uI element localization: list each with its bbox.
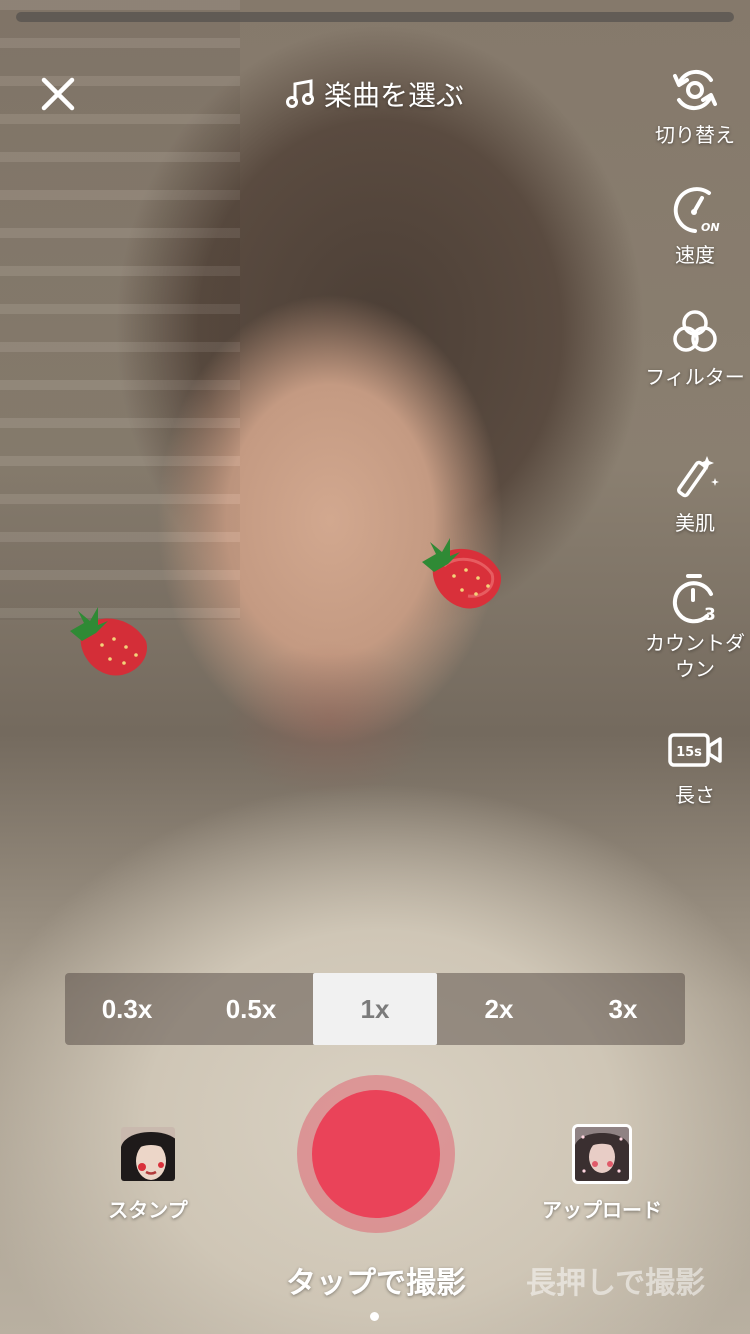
speed-label: 速度 <box>675 243 715 267</box>
recording-progress-bar <box>16 12 734 22</box>
speed-icon: ON <box>673 187 720 234</box>
zoom-option-0.5x[interactable]: 0.5x <box>189 973 313 1045</box>
countdown-badge: 3 <box>704 605 716 624</box>
strawberry-sticker-left <box>70 607 148 676</box>
stamp-label: スタンプ <box>108 1198 188 1222</box>
record-button[interactable] <box>297 1075 455 1233</box>
mode-hold-to-record[interactable]: 長押しで撮影 <box>526 1258 705 1302</box>
select-music-label[interactable]: 楽曲を選ぶ <box>324 74 464 114</box>
flip-camera-button[interactable]: 切り替え <box>640 62 750 148</box>
zoom-option-0.3x[interactable]: 0.3x <box>65 973 189 1045</box>
video-length-button[interactable]: 15s 長さ <box>640 722 750 808</box>
upload-thumbnail <box>572 1124 632 1184</box>
speed-button[interactable]: ON 速度 <box>640 182 750 268</box>
mode-indicator-dot <box>370 1312 379 1321</box>
countdown-label: カウントダウン <box>645 631 745 681</box>
beauty-button[interactable]: 美肌 <box>640 450 750 536</box>
beauty-label: 美肌 <box>675 511 715 535</box>
countdown-button[interactable]: 3 カウントダウン <box>640 570 750 682</box>
music-note-icon[interactable] <box>285 79 314 109</box>
strawberry-sticker-right <box>422 538 502 609</box>
beauty-wand-icon <box>677 456 719 498</box>
video-length-badge: 15s <box>676 745 702 760</box>
mode-tap-to-record[interactable]: タップで撮影 <box>286 1258 466 1302</box>
timer-icon: 3 <box>672 574 716 624</box>
speed-badge: ON <box>701 221 720 234</box>
stamp-thumbnail <box>118 1124 178 1184</box>
zoom-option-2x[interactable]: 2x <box>437 973 561 1045</box>
zoom-option-3x[interactable]: 3x <box>561 973 685 1045</box>
video-length-label: 長さ <box>675 783 715 807</box>
filter-icon <box>673 310 717 352</box>
filter-button[interactable]: フィルター <box>640 304 750 390</box>
zoom-selector: 0.3x 0.5x 1x 2x 3x <box>65 973 685 1045</box>
filter-label: フィルター <box>645 365 745 389</box>
stamp-button[interactable]: スタンプ <box>73 1124 223 1223</box>
record-button-inner <box>312 1090 440 1218</box>
zoom-option-1x-selected[interactable]: 1x <box>313 973 437 1045</box>
video-length-icon: 15s <box>668 733 722 767</box>
close-icon <box>41 77 75 111</box>
upload-button[interactable]: アップロード <box>527 1124 677 1223</box>
flip-camera-icon <box>673 69 717 111</box>
close-button[interactable] <box>30 66 86 122</box>
upload-label: アップロード <box>542 1198 662 1222</box>
flip-camera-label: 切り替え <box>655 123 735 147</box>
